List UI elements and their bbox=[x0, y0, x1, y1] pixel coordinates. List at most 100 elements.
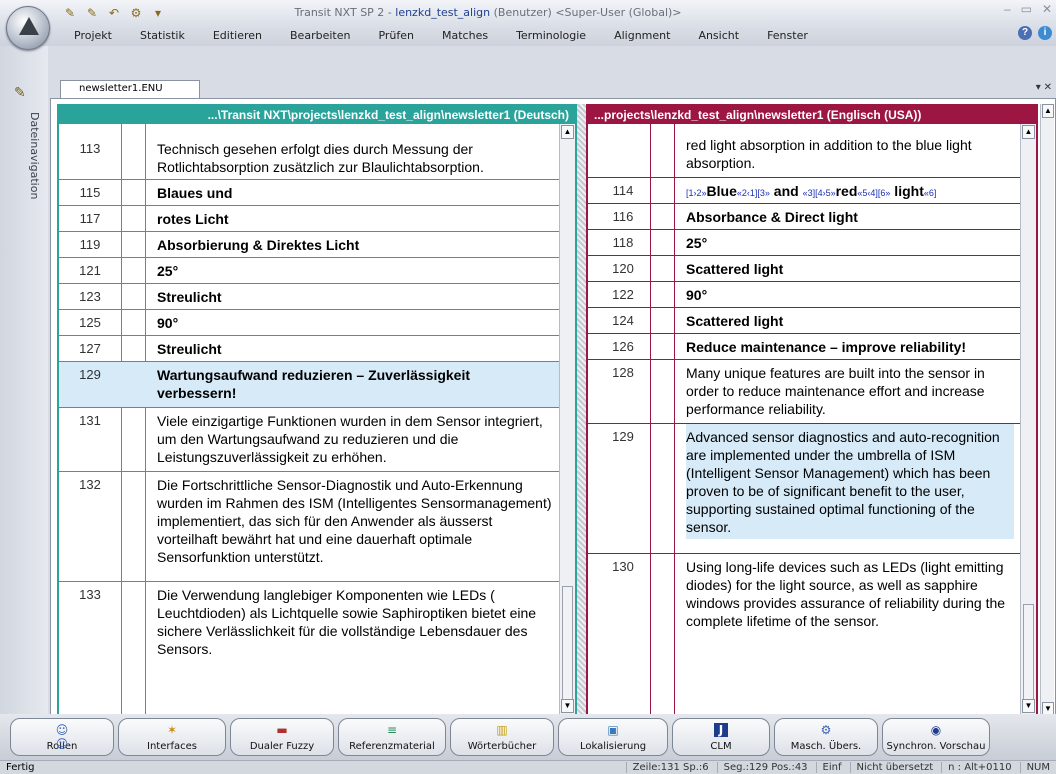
scroll-up-icon[interactable]: ▲ bbox=[561, 125, 574, 139]
target-segment-grid[interactable]: red light absorption in addition to the … bbox=[588, 124, 1020, 714]
segment-text: Streulicht bbox=[157, 341, 222, 357]
app-menu-button[interactable] bbox=[6, 6, 50, 50]
segment-word: and bbox=[769, 183, 803, 199]
table-row[interactable]: 118 25° bbox=[588, 230, 1020, 256]
menu-statistik[interactable]: Statistik bbox=[126, 26, 199, 46]
table-row[interactable]: 113 Technisch gesehen erfolgt dies durch… bbox=[59, 136, 559, 180]
synchron-vorschau-button[interactable]: ◉ Synchron. Vorschau bbox=[882, 718, 990, 756]
table-row[interactable]: 121 25° bbox=[59, 258, 559, 284]
table-row[interactable]: 122 90° bbox=[588, 282, 1020, 308]
file-navigation-sidebar: ✎ Dateinavigation bbox=[0, 46, 48, 714]
segment-word: Blue bbox=[706, 183, 737, 199]
masch-uebers-button[interactable]: ⚙ Masch. Übers. bbox=[774, 718, 878, 756]
menu-matches[interactable]: Matches bbox=[428, 26, 502, 46]
segment-number: 127 bbox=[79, 341, 101, 356]
table-row[interactable]: red light absorption in addition to the … bbox=[588, 132, 1020, 178]
clm-label: CLM bbox=[710, 741, 732, 752]
segment-text: red light absorption in addition to the … bbox=[686, 137, 972, 171]
target-scrollbar[interactable]: ▲ ▼ bbox=[1020, 124, 1036, 714]
close-icon[interactable]: ✕ bbox=[1042, 2, 1052, 16]
table-row[interactable]: 126 Reduce maintenance – improve reliabi… bbox=[588, 334, 1020, 360]
table-row[interactable]: 115 Blaues und bbox=[59, 180, 559, 206]
segment-text: 25° bbox=[686, 235, 708, 251]
info-icon[interactable]: i bbox=[1038, 26, 1052, 40]
segment-text: Many unique features are built into the … bbox=[686, 365, 985, 417]
segment-number: 126 bbox=[612, 339, 634, 354]
navigation-icon[interactable]: ✎ bbox=[14, 84, 26, 101]
table-row[interactable]: 131 Viele einzigartige Funktionen wurden… bbox=[59, 408, 559, 472]
table-row[interactable]: 119 Absorbierung & Direktes Licht bbox=[59, 232, 559, 258]
source-scrollbar[interactable]: ▲ ▼ bbox=[559, 124, 575, 714]
window-controls: – ▭ ✕ bbox=[1004, 2, 1052, 16]
tab-controls: ▾ ✕ bbox=[1036, 82, 1052, 93]
segment-number: 132 bbox=[79, 477, 101, 492]
pane-splitter[interactable] bbox=[577, 104, 586, 716]
help-area: ? i bbox=[1018, 26, 1052, 40]
menu-editieren[interactable]: Editieren bbox=[199, 26, 276, 46]
referenzmaterial-button[interactable]: ≡ Referenzmaterial bbox=[338, 718, 446, 756]
table-row[interactable]: 116 Absorbance & Direct light bbox=[588, 204, 1020, 230]
menu-projekt[interactable]: Projekt bbox=[60, 26, 126, 46]
tab-close-icon[interactable]: ✕ bbox=[1044, 82, 1052, 93]
menu-pruefen[interactable]: Prüfen bbox=[364, 26, 428, 46]
rollen-button[interactable]: ☺☺ Rollen bbox=[10, 718, 114, 756]
table-row[interactable]: 114 [1›2»Blue«2‹1][3» and «3][4›5»red«5‹… bbox=[588, 178, 1020, 204]
woerterbuecher-button[interactable]: ▥ Wörterbücher bbox=[450, 718, 554, 756]
scroll-down-icon[interactable]: ▼ bbox=[1022, 699, 1035, 713]
segment-number: 121 bbox=[79, 263, 101, 278]
dualer-fuzzy-button[interactable]: ▬ Dualer Fuzzy bbox=[230, 718, 334, 756]
lokalisierung-button[interactable]: ▣ Lokalisierung bbox=[558, 718, 668, 756]
clm-button[interactable]: J CLM bbox=[672, 718, 770, 756]
menu-fenster[interactable]: Fenster bbox=[753, 26, 822, 46]
table-row[interactable]: 133 Die Verwendung langlebiger Komponent… bbox=[59, 582, 559, 668]
preview-eye-icon: ◉ bbox=[930, 723, 942, 737]
menu-ansicht[interactable]: Ansicht bbox=[684, 26, 753, 46]
scroll-thumb[interactable] bbox=[562, 586, 573, 706]
table-row[interactable]: 127 Streulicht bbox=[59, 336, 559, 362]
minimize-icon[interactable]: – bbox=[1004, 2, 1011, 16]
segment-text: Absorbance & Direct light bbox=[686, 209, 858, 225]
segment-text[interactable]: Wartungsaufwand reduzieren – Zuverlässig… bbox=[157, 362, 553, 405]
table-row[interactable]: 123 Streulicht bbox=[59, 284, 559, 310]
segment-number: 113 bbox=[79, 141, 101, 156]
window-scrollbar[interactable]: ▲ ▼ bbox=[1040, 104, 1054, 716]
segment-number: 115 bbox=[79, 185, 101, 200]
table-row[interactable]: 128 Many unique features are built into … bbox=[588, 360, 1020, 424]
window-title-user: (Benutzer) <Super-User (Global)> bbox=[490, 6, 682, 19]
menu-alignment[interactable]: Alignment bbox=[600, 26, 684, 46]
table-row[interactable]: 120 Scattered light bbox=[588, 256, 1020, 282]
table-row[interactable]: 125 90° bbox=[59, 310, 559, 336]
table-row[interactable]: 124 Scattered light bbox=[588, 308, 1020, 334]
help-icon[interactable]: ? bbox=[1018, 26, 1032, 40]
window-title-app: Transit NXT SP 2 - bbox=[294, 6, 396, 19]
tab-dropdown-icon[interactable]: ▾ bbox=[1036, 82, 1041, 93]
menu-terminologie[interactable]: Terminologie bbox=[502, 26, 600, 46]
segment-text[interactable]: Advanced sensor diagnostics and auto-rec… bbox=[686, 424, 1014, 539]
tab-newsletter1[interactable]: newsletter1.ENU bbox=[60, 80, 200, 98]
machine-translation-icon: ⚙ bbox=[820, 723, 832, 737]
maximize-icon[interactable]: ▭ bbox=[1021, 2, 1032, 16]
scroll-up-icon[interactable]: ▲ bbox=[1022, 125, 1035, 139]
segment-number: 119 bbox=[79, 237, 101, 252]
scroll-up-icon[interactable]: ▲ bbox=[1042, 104, 1054, 118]
segment-number: 117 bbox=[79, 211, 101, 226]
table-row-active[interactable]: 129 Advanced sensor diagnostics and auto… bbox=[588, 424, 1020, 554]
clm-icon: J bbox=[714, 723, 728, 737]
roles-icon: ☺☺ bbox=[55, 723, 69, 751]
segment-text: Streulicht bbox=[157, 289, 222, 305]
segment-number: 124 bbox=[612, 313, 634, 328]
file-navigation-label[interactable]: Dateinavigation bbox=[28, 112, 41, 199]
scroll-thumb[interactable] bbox=[1023, 604, 1034, 704]
segment-text: Blaues und bbox=[157, 185, 233, 201]
segment-number: 130 bbox=[612, 559, 634, 574]
table-row-active[interactable]: 129 Wartungsaufwand reduzieren – Zuverlä… bbox=[59, 362, 559, 408]
scroll-down-icon[interactable]: ▼ bbox=[561, 699, 574, 713]
segment-word: light bbox=[890, 183, 924, 199]
table-row[interactable]: 132 Die Fortschrittliche Sensor-Diagnost… bbox=[59, 472, 559, 582]
interfaces-button[interactable]: ✶ Interfaces bbox=[118, 718, 226, 756]
table-row[interactable]: 130 Using long-life devices such as LEDs… bbox=[588, 554, 1020, 664]
table-row[interactable]: 117 rotes Licht bbox=[59, 206, 559, 232]
menu-bearbeiten[interactable]: Bearbeiten bbox=[276, 26, 364, 46]
source-segment-grid[interactable]: 113 Technisch gesehen erfolgt dies durch… bbox=[59, 124, 559, 714]
segment-number: 128 bbox=[612, 365, 634, 380]
